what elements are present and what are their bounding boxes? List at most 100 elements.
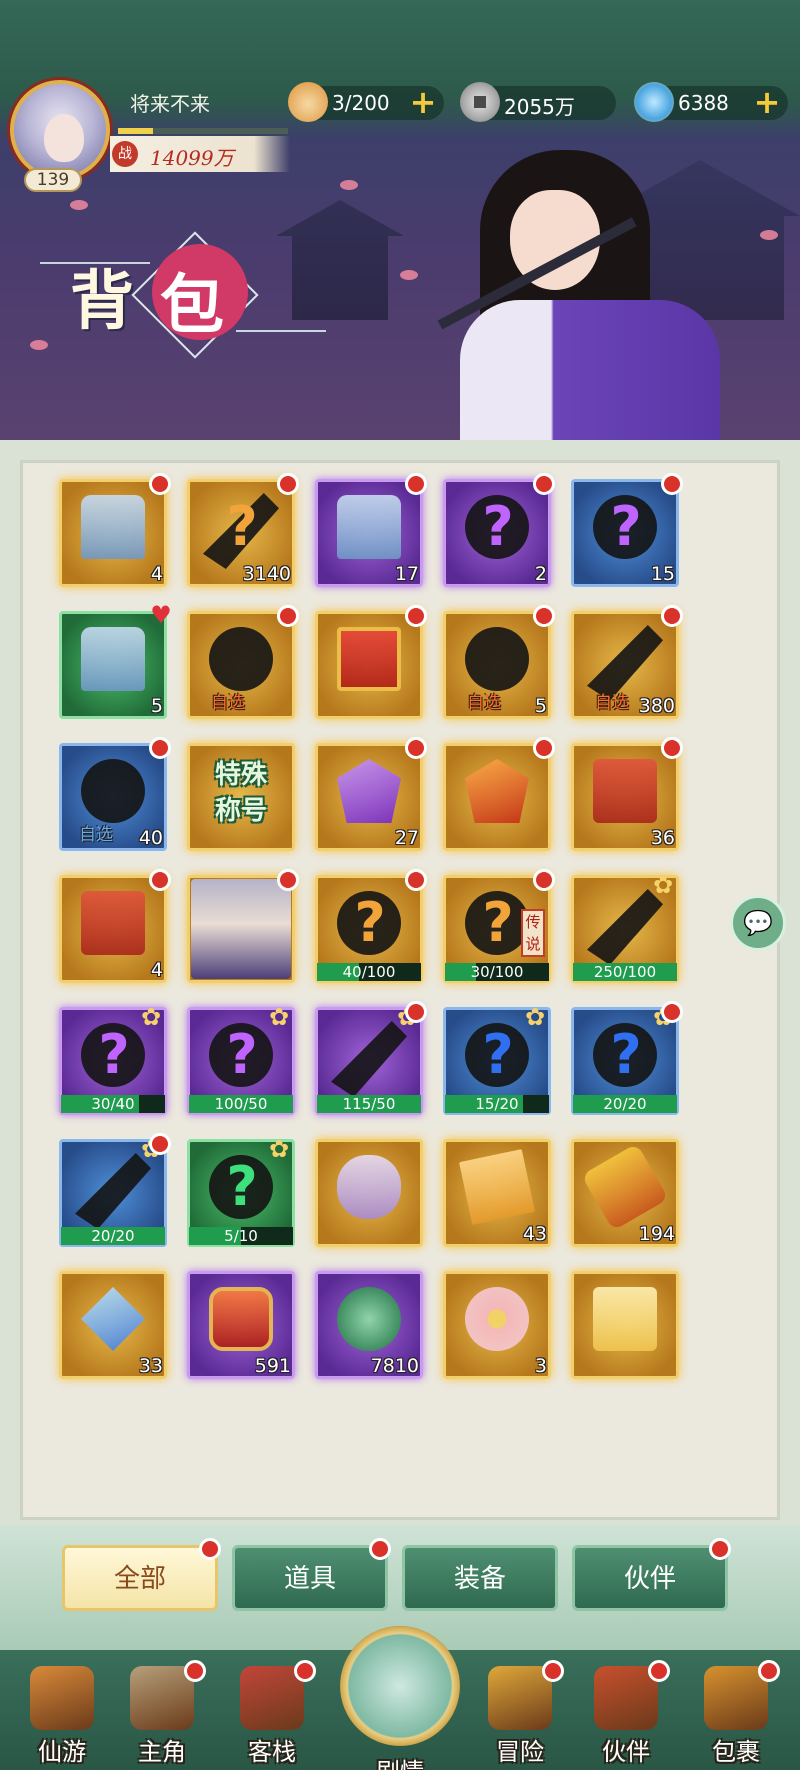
inventory-item[interactable]: 3: [437, 1265, 557, 1385]
fragment-progress-bar: 30/40: [61, 1095, 165, 1113]
inventory-item[interactable]: 17: [309, 473, 429, 593]
progress-text: 20/20: [91, 1227, 135, 1245]
heart-icon: ♥: [150, 601, 172, 629]
inventory-item[interactable]: 自选 40: [53, 737, 173, 857]
item-icon: [81, 627, 145, 691]
page-title-char-2: 包: [160, 268, 224, 343]
inventory-item[interactable]: ?20/20✿: [565, 1001, 685, 1121]
tab-all[interactable]: 全部: [62, 1538, 221, 1611]
item-count: 4: [150, 959, 163, 981]
inventory-item[interactable]: 4: [53, 473, 173, 593]
fragment-progress-bar: 20/20: [573, 1095, 677, 1113]
inventory-panel: 4? 3140 17? 2? 15 5 ♥ 自选 自选 5 自选 380 自选 40 特殊 称号 27 36 4? 4…: [0, 440, 800, 1525]
notification-dot: [661, 1001, 683, 1023]
petal-decoration: [70, 200, 88, 210]
notification-dot: [405, 869, 427, 891]
coin-value: 2055万: [504, 95, 575, 119]
question-mark-icon: ?: [610, 1023, 642, 1086]
notification-dot: [709, 1538, 731, 1560]
inventory-item[interactable]: 自选 5: [437, 605, 557, 725]
inventory-item[interactable]: [181, 869, 301, 989]
item-icon: [209, 627, 273, 691]
inventory-item[interactable]: ? 100/50 ✿: [181, 1001, 301, 1121]
tab-label: 伙伴: [623, 1564, 676, 1594]
inventory-item[interactable]: ? 3140: [181, 473, 301, 593]
upgrade-flower-icon: ✿: [652, 871, 674, 899]
chat-bubble-icon[interactable]: 💬: [730, 895, 786, 951]
item-icon: [465, 1287, 529, 1351]
inventory-item[interactable]: [565, 1265, 685, 1385]
nav-label: 剧情: [350, 1752, 450, 1770]
inventory-item[interactable]: 43: [437, 1133, 557, 1253]
inventory-item[interactable]: ? 5/10 ✿: [181, 1133, 301, 1253]
player-avatar[interactable]: [10, 80, 110, 180]
nav-item[interactable]: 客栈: [222, 1650, 322, 1770]
inventory-item[interactable]: [309, 1133, 429, 1253]
inventory-item[interactable]: 27: [309, 737, 429, 857]
bun-icon: [288, 82, 328, 122]
nav-label: 伙伴: [602, 1738, 650, 1766]
nav-item[interactable]: 冒险: [470, 1650, 570, 1770]
inventory-item[interactable]: 自选: [181, 605, 301, 725]
coin-resource: 2055万: [460, 82, 616, 122]
inventory-item[interactable]: 250/100 ✿: [565, 869, 685, 989]
inventory-item[interactable]: ? 15/20 ✿: [437, 1001, 557, 1121]
fragment-progress-bar: 100/50: [189, 1095, 293, 1113]
inventory-item[interactable]: 36: [565, 737, 685, 857]
legendary-tag: 传说: [521, 909, 545, 957]
jade-icon: [634, 82, 674, 122]
notification-dot: [149, 869, 171, 891]
inventory-item[interactable]: 33: [53, 1265, 173, 1385]
inventory-item[interactable]: 194: [565, 1133, 685, 1253]
inventory-item[interactable]: ? 2: [437, 473, 557, 593]
player-name: 将来不来: [130, 92, 210, 116]
nav-label: 主角: [138, 1738, 186, 1766]
notification-dot: [405, 473, 427, 495]
selectable-tag: 自选: [79, 825, 113, 845]
special-title-label: 特殊 称号: [199, 757, 283, 829]
inventory-item[interactable]: [437, 737, 557, 857]
tab-items[interactable]: 道具: [232, 1538, 391, 1611]
nav-label: 仙游: [38, 1738, 86, 1766]
item-icon: [81, 759, 145, 823]
nav-item[interactable]: 伙伴: [576, 1650, 676, 1770]
fragment-progress-bar: 250/100: [573, 963, 677, 981]
progress-text: 5/10: [224, 1227, 258, 1245]
story-icon[interactable]: 剧情: [340, 1626, 460, 1770]
tab-partners[interactable]: 伙伴: [572, 1538, 731, 1611]
notification-dot: [294, 1660, 316, 1682]
progress-text: 115/50: [342, 1095, 396, 1113]
add-stamina-button[interactable]: +: [408, 86, 438, 118]
inventory-item[interactable]: ? 40/100: [309, 869, 429, 989]
inventory-item[interactable]: 特殊 称号: [181, 737, 301, 857]
fragment-progress-bar: 30/100: [445, 963, 549, 981]
inventory-item[interactable]: ? 15: [565, 473, 685, 593]
nav-item[interactable]: 包裹: [686, 1650, 786, 1770]
item-count: 5: [534, 695, 547, 717]
inventory-item[interactable]: 20/20✿: [53, 1133, 173, 1253]
inventory-item[interactable]: [309, 605, 429, 725]
inventory-item[interactable]: ? 30/40 ✿: [53, 1001, 173, 1121]
add-jade-button[interactable]: +: [752, 86, 782, 118]
inventory-item[interactable]: 5 ♥: [53, 601, 173, 725]
item-icon: [593, 1287, 657, 1351]
notification-dot: [277, 869, 299, 891]
item-icon: [459, 1149, 535, 1225]
item-count: 36: [650, 827, 675, 849]
nav-item[interactable]: 仙游: [12, 1650, 112, 1770]
nav-item[interactable]: 主角: [112, 1650, 212, 1770]
inventory-item[interactable]: 4: [53, 869, 173, 989]
combat-power-icon: 战: [112, 141, 138, 167]
notification-dot: [405, 605, 427, 627]
inventory-item[interactable]: 7810: [309, 1265, 429, 1385]
inventory-grid: 4? 3140 17? 2? 15 5 ♥ 自选 自选 5 自选 380 自选 40 特殊 称号 27 36 4? 4…: [20, 460, 780, 1520]
item-icon: [81, 891, 145, 955]
item-count: 380: [638, 695, 675, 717]
inventory-item[interactable]: ? 传说 30/100: [437, 869, 557, 989]
special-title-line: 特殊: [214, 760, 267, 790]
inventory-item[interactable]: 自选 380: [565, 605, 685, 725]
fragment-progress-bar: 40/100: [317, 963, 421, 981]
inventory-item[interactable]: 591: [181, 1265, 301, 1385]
inventory-item[interactable]: 115/50✿: [309, 1001, 429, 1121]
tab-equipment[interactable]: 装备: [402, 1545, 558, 1611]
